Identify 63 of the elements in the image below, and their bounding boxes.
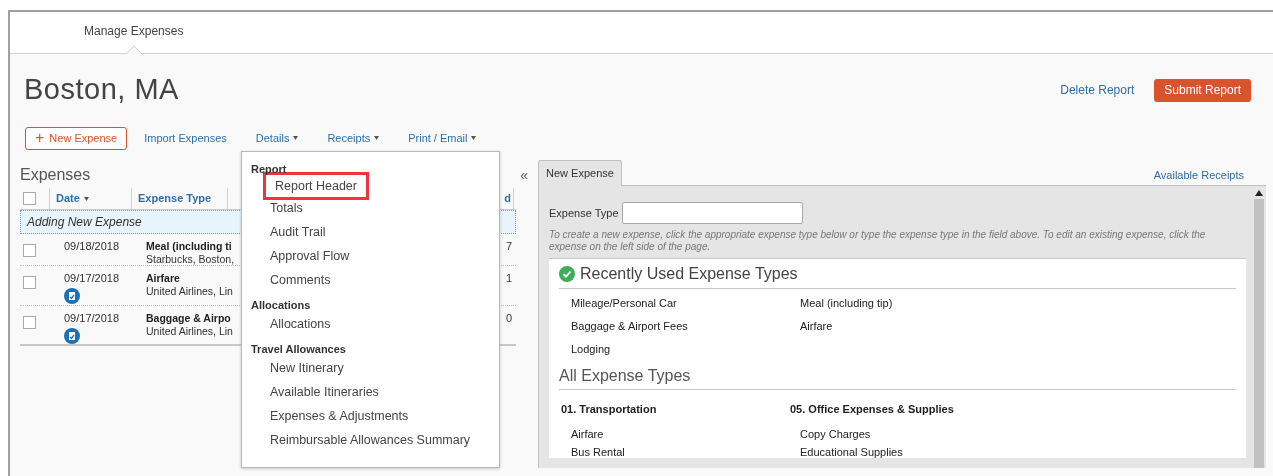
expense-type-link[interactable]: Bus Rental bbox=[571, 442, 790, 461]
menu-section-heading: Travel Allowances bbox=[251, 342, 347, 356]
menu-item[interactable]: New Itinerary bbox=[263, 356, 351, 380]
report-title: Boston, MA bbox=[24, 72, 179, 108]
amount-cell-text: 1 bbox=[505, 272, 512, 286]
date-cell-text: 09/17/2018 bbox=[64, 312, 121, 325]
expense-type-link[interactable]: Lodging bbox=[571, 343, 800, 356]
menu-item[interactable]: Reimbursable Allowances Summary bbox=[263, 428, 478, 452]
checkbox[interactable] bbox=[23, 244, 36, 257]
menu-item[interactable]: Expenses & Adjustments bbox=[263, 404, 416, 428]
category-heading: 05. Office Expenses & Supplies bbox=[790, 402, 955, 417]
vendor-cell: United Airlines, Lin bbox=[146, 285, 233, 298]
menu-item[interactable]: Available Itineraries bbox=[263, 380, 386, 404]
menu-item[interactable]: Allocations bbox=[263, 312, 338, 336]
expense-type-cell: Meal (including ti bbox=[146, 240, 232, 253]
expense-type-link[interactable]: Airfare bbox=[571, 424, 790, 443]
panel-tab[interactable]: New Expense bbox=[538, 160, 622, 186]
checkbox[interactable] bbox=[23, 192, 36, 205]
amount-cell-text: 0 bbox=[505, 312, 512, 326]
section-heading: Recently Used Expense Types bbox=[580, 263, 798, 284]
menu-dropdown[interactable]: Print / Email bbox=[408, 129, 477, 147]
menu-item[interactable]: Audit Trail bbox=[263, 220, 333, 244]
menu-dropdown[interactable]: Details bbox=[255, 129, 299, 147]
menu-dropdown[interactable]: Receipts bbox=[327, 129, 380, 147]
expense-type-cell: Airfare bbox=[146, 272, 180, 285]
expense-type-cell: Baggage & Airpo bbox=[146, 312, 231, 325]
caret-icon bbox=[83, 196, 89, 201]
check-circle-icon bbox=[559, 265, 575, 282]
expense-type-link[interactable]: Educational Supplies bbox=[800, 442, 1236, 461]
category-heading: 01. Transportation bbox=[561, 402, 658, 417]
column-header[interactable]: Expense Type bbox=[138, 190, 212, 207]
hint-text: To create a new expense, click the appropriate expense type below or type the expense type in the field above. To edit an existing expense, click the expense on the left side of the page. bbox=[549, 229, 1207, 252]
expense-type-field[interactable] bbox=[621, 202, 803, 224]
new-expense-button[interactable]: + New Expense bbox=[25, 126, 128, 150]
expense-type-link[interactable]: Baggage & Airport Fees bbox=[571, 320, 800, 333]
expense-type-link[interactable]: Copy Charges bbox=[800, 424, 1236, 443]
scroll-up-arrow-icon[interactable] bbox=[1255, 190, 1263, 196]
checkbox[interactable] bbox=[23, 276, 36, 289]
expense-type-link[interactable]: Mileage/Personal Car bbox=[571, 297, 800, 310]
menu-item[interactable]: Approval Flow bbox=[263, 244, 357, 268]
nav-tab[interactable]: Manage Expenses bbox=[84, 12, 184, 53]
collapse-button[interactable]: « bbox=[520, 168, 528, 182]
vendor-cell: Starbucks, Boston, bbox=[146, 253, 235, 266]
section-heading: All Expense Types bbox=[559, 366, 691, 386]
toolbar-link[interactable]: Import Expenses bbox=[144, 129, 227, 147]
amount-cell-text: 7 bbox=[505, 240, 512, 254]
expense-type-link[interactable]: Meal (including tip) bbox=[800, 297, 1236, 310]
column-header[interactable]: Date bbox=[56, 190, 89, 207]
adding-row-label: Adding New Expense bbox=[27, 214, 142, 231]
expense-type-link[interactable]: Airfare bbox=[800, 320, 1236, 333]
date-cell-text: 09/17/2018 bbox=[64, 272, 121, 285]
delete-report-link[interactable]: Delete Report bbox=[1060, 81, 1135, 99]
plus-icon: + bbox=[35, 130, 45, 146]
expenses-heading: Expenses bbox=[20, 165, 91, 185]
submit-report-button[interactable]: Submit Report bbox=[1154, 78, 1251, 102]
column-header[interactable]: d bbox=[504, 190, 511, 207]
vendor-cell: United Airlines, Lin bbox=[146, 325, 233, 338]
menu-section-heading: Allocations bbox=[251, 298, 312, 312]
field-label: Expense Type bbox=[549, 205, 619, 221]
date-cell-text: 09/18/2018 bbox=[64, 240, 121, 253]
available-receipts-link[interactable]: Available Receipts bbox=[1153, 166, 1244, 183]
menu-item[interactable]: Comments bbox=[263, 268, 338, 292]
checkbox[interactable] bbox=[23, 316, 36, 329]
